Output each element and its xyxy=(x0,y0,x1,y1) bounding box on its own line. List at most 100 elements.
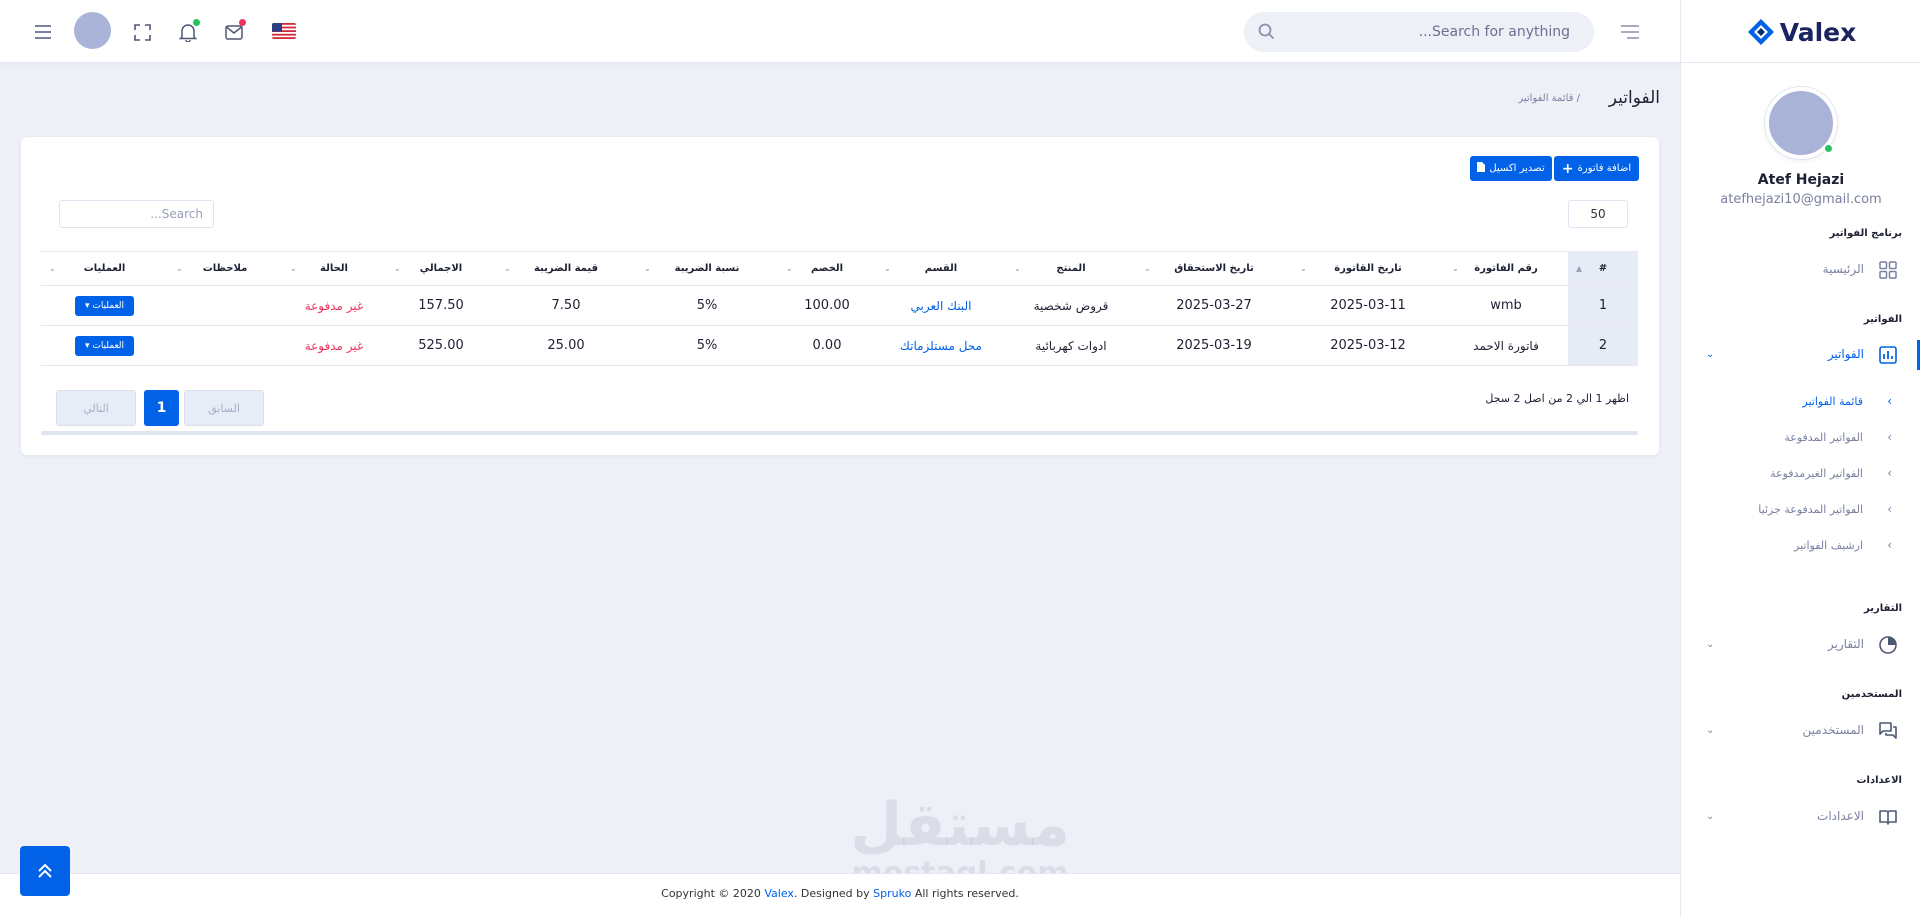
submenu-paid-invoices[interactable]: ‹ الفواتير المدفوعة xyxy=(1680,428,1920,450)
sort-icon: ⌄ xyxy=(176,264,183,273)
cell-section[interactable]: محل مستلزماتك xyxy=(876,325,1006,366)
header-search-input[interactable] xyxy=(1244,12,1594,52)
cell-due: 2025-03-27 xyxy=(1136,285,1292,326)
pagination-page-1[interactable]: 1 xyxy=(144,390,179,426)
cell-tax: 7.50 xyxy=(496,285,636,326)
category-program: برنامج الفواتير xyxy=(1829,228,1903,239)
sort-icon: ⌄ xyxy=(504,264,511,273)
sidebar-item-home[interactable]: الرئيسية xyxy=(1680,258,1920,284)
cell-total: 525.00 xyxy=(386,325,496,366)
cell-index: 2 xyxy=(1568,325,1638,366)
mail-notification-dot xyxy=(239,19,246,26)
submenu-invoice-list[interactable]: ‹ قائمة الفواتير xyxy=(1680,392,1920,414)
sidebar-item-label: الاعدادات xyxy=(1817,809,1864,823)
back-to-top-button[interactable] xyxy=(20,846,70,896)
cell-number: wmb xyxy=(1444,285,1568,326)
double-chevron-up-icon xyxy=(38,863,52,878)
pie-chart-icon xyxy=(1878,635,1900,657)
file-icon xyxy=(1477,162,1486,175)
add-invoice-button[interactable]: + اضافة فاتورة xyxy=(1554,156,1639,181)
top-header xyxy=(0,0,1680,63)
th-discount[interactable]: الخصم ⌄ xyxy=(778,251,876,286)
category-settings: الاعدادات xyxy=(1856,775,1902,786)
category-invoices: الفواتير xyxy=(1863,314,1902,325)
submenu-partial-invoices[interactable]: ‹ الفواتير المدفوعة جزئيا xyxy=(1680,500,1920,522)
online-status-dot xyxy=(1823,143,1834,154)
th-status[interactable]: الحالة ⌄ xyxy=(282,251,386,286)
add-invoice-label: اضافة فاتورة xyxy=(1577,163,1632,174)
sort-icon: ⌄ xyxy=(1144,264,1151,273)
sidebar-toggle-icon[interactable] xyxy=(1618,20,1642,44)
th-product[interactable]: المنتج ⌄ xyxy=(1006,251,1136,286)
user-avatar[interactable] xyxy=(74,12,111,49)
th-tax-rate[interactable]: نسبة الضريبة ⌄ xyxy=(636,251,778,286)
sort-icon: ⌄ xyxy=(786,264,793,273)
page-title: الفواتير xyxy=(1608,88,1660,108)
cell-tax: 25.00 xyxy=(496,325,636,366)
operations-dropdown-button[interactable]: العمليات ▾ xyxy=(74,295,135,316)
brand-logo[interactable]: Valex xyxy=(1681,14,1920,50)
cell-due: 2025-03-19 xyxy=(1136,325,1292,366)
footer-copyright: Copyright © 2020 xyxy=(661,887,765,900)
cell-product: قروض شخصية xyxy=(1006,285,1136,326)
sidebar-item-invoices[interactable]: الفواتير ⌄ xyxy=(1680,343,1920,369)
menu-icon[interactable] xyxy=(31,20,55,44)
table-horizontal-scrollbar[interactable] xyxy=(41,431,1638,435)
table-row: 1 wmb 2025-03-11 2025-03-27 قروض شخصية ا… xyxy=(41,285,1638,326)
watermark-line1: مستقل xyxy=(850,790,1070,860)
page-length-select[interactable]: 50 xyxy=(1568,200,1628,228)
header-search xyxy=(1244,12,1594,52)
cell-operations: العمليات ▾ xyxy=(41,285,168,326)
export-excel-button[interactable]: تصدير اكسيل xyxy=(1470,156,1552,181)
th-due[interactable]: تاريخ الاستحقاق ⌄ xyxy=(1136,251,1292,286)
th-tax-value[interactable]: قيمة الضريبة ⌄ xyxy=(496,251,636,286)
operations-dropdown-button[interactable]: العمليات ▾ xyxy=(74,335,135,356)
export-excel-label: تصدير اكسيل xyxy=(1489,163,1545,174)
chevron-down-icon: ⌄ xyxy=(1706,349,1715,360)
th-total[interactable]: الاجمالي ⌄ xyxy=(386,251,496,286)
sidebar-item-reports[interactable]: التقارير ⌄ xyxy=(1680,633,1920,659)
invoices-table: # ▲ رقم الفاتورة ⌄ تاريخ القاتورة ⌄ تاريخ ا… xyxy=(41,251,1638,366)
cell-status: غير مدفوعة xyxy=(282,325,386,366)
sidebar-item-settings[interactable]: الاعدادات ⌄ xyxy=(1680,805,1920,831)
logo-divider xyxy=(1681,62,1920,63)
submenu-invoice-archive[interactable]: ‹ ارشيف الفواتير xyxy=(1680,536,1920,558)
breadcrumb[interactable]: / قائمة الفواتير xyxy=(1518,93,1580,104)
sort-icon: ⌄ xyxy=(884,264,891,273)
submenu-unpaid-invoices[interactable]: ‹ الفواتير الغيرمدفوعة xyxy=(1680,464,1920,486)
cell-number: فاتورة الاحمد xyxy=(1444,325,1568,366)
chat-icon xyxy=(1878,721,1900,743)
sidebar-item-users[interactable]: المستخدمين ⌄ xyxy=(1680,719,1920,745)
chevron-left-icon: ‹ xyxy=(1887,430,1892,444)
th-number[interactable]: رقم الفاتورة ⌄ xyxy=(1444,251,1568,286)
search-icon xyxy=(1258,23,1275,44)
cell-section[interactable]: البنك العربي xyxy=(876,285,1006,326)
pagination-prev-button[interactable]: السابق xyxy=(184,390,264,426)
footer-author-link[interactable]: Spruko xyxy=(873,887,911,900)
category-users: المستخدمين xyxy=(1841,689,1902,700)
th-date[interactable]: تاريخ القاتورة ⌄ xyxy=(1292,251,1444,286)
us-flag-icon[interactable] xyxy=(272,23,296,39)
chevron-down-icon: ⌄ xyxy=(1706,725,1715,736)
submenu-label: الفواتير المدفوعة جزئيا xyxy=(1758,503,1863,516)
table-search-input[interactable] xyxy=(60,201,213,227)
footer-brand-link[interactable]: Valex xyxy=(764,887,794,900)
th-notes[interactable]: ملاحظات ⌄ xyxy=(168,251,282,286)
sort-icon: ⌄ xyxy=(394,264,401,273)
th-index[interactable]: # ▲ xyxy=(1568,251,1638,286)
sort-icon: ⌄ xyxy=(49,264,56,273)
cell-rate: 5% xyxy=(636,285,778,326)
fullscreen-icon[interactable] xyxy=(130,20,154,44)
pagination-next-button[interactable]: التالي xyxy=(56,390,136,426)
table-search xyxy=(59,200,214,228)
cell-discount: 0.00 xyxy=(778,325,876,366)
sidebar: Valex Atef Hejazi atefhejazi10@gmail.com… xyxy=(1680,0,1920,916)
sort-icon: ⌄ xyxy=(644,264,651,273)
dashboard-icon xyxy=(1878,260,1900,282)
chevron-left-icon: ‹ xyxy=(1887,394,1892,408)
th-section[interactable]: القسم ⌄ xyxy=(876,251,1006,286)
th-operations[interactable]: العمليات ⌄ xyxy=(41,251,168,286)
chevron-left-icon: ‹ xyxy=(1887,466,1892,480)
sort-icon: ⌄ xyxy=(1014,264,1021,273)
cell-notes xyxy=(168,325,282,366)
